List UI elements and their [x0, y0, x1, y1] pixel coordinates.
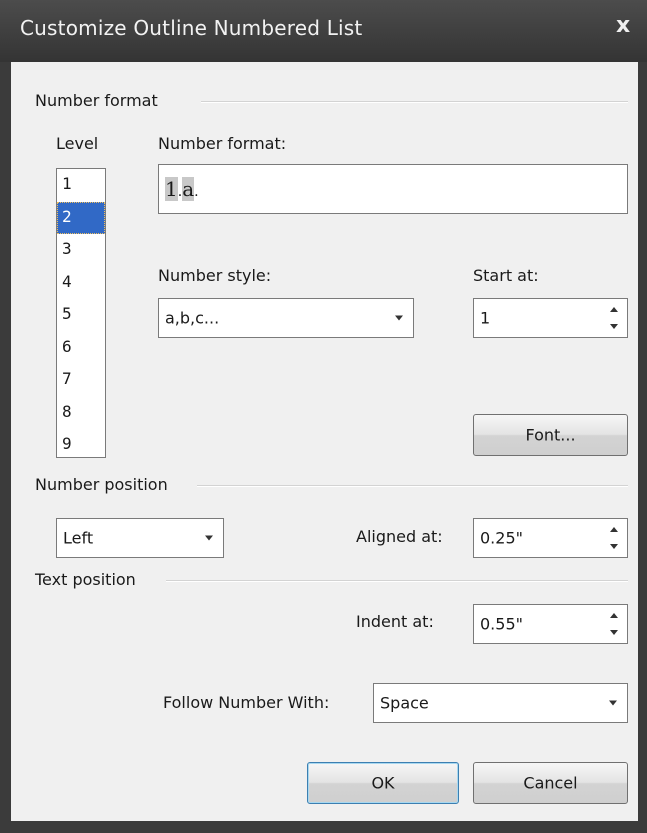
number-format-input[interactable]: 1.a. — [158, 164, 628, 214]
level-list-item[interactable]: 3 — [57, 234, 105, 267]
number-style-value: a,b,c... — [165, 308, 220, 328]
spinner-arrows[interactable] — [609, 525, 619, 551]
spin-down-icon[interactable] — [610, 544, 618, 549]
number-style-label: Number style: — [158, 266, 272, 285]
chevron-down-icon[interactable] — [609, 700, 617, 706]
level-list-item[interactable]: 8 — [57, 397, 105, 430]
level-list-item[interactable]: 5 — [57, 299, 105, 332]
cancel-button[interactable]: Cancel — [473, 762, 628, 804]
chevron-down-icon[interactable] — [395, 315, 403, 321]
window-title: Customize Outline Numbered List — [20, 16, 363, 40]
start-at-value: 1 — [480, 308, 491, 328]
cancel-button-label: Cancel — [523, 773, 578, 793]
format-separator-2: . — [194, 184, 199, 200]
aligned-at-value: 0.25" — [480, 528, 523, 548]
number-format-divider — [201, 101, 628, 103]
level-label: Level — [56, 134, 99, 153]
level-list-item[interactable]: 6 — [57, 332, 105, 365]
level-list-item[interactable]: 7 — [57, 364, 105, 397]
spin-up-icon[interactable] — [610, 527, 618, 532]
spin-down-icon[interactable] — [610, 630, 618, 635]
level-list-item[interactable]: 9 — [57, 429, 105, 462]
level-list-item[interactable]: 1 — [57, 169, 105, 202]
number-style-dropdown[interactable]: a,b,c... — [158, 298, 414, 338]
text-position-divider — [166, 580, 628, 582]
number-alignment-dropdown[interactable]: Left — [56, 518, 224, 558]
dialog-window: Customize Outline Numbered List x Number… — [0, 0, 647, 833]
spin-up-icon[interactable] — [610, 613, 618, 618]
spin-down-icon[interactable] — [610, 324, 618, 329]
level-list-item[interactable]: 2 — [57, 201, 105, 234]
number-position-divider — [197, 485, 628, 487]
format-level1-number: 1 — [165, 177, 178, 201]
spinner-arrows[interactable] — [609, 305, 619, 331]
title-bar[interactable]: Customize Outline Numbered List x — [0, 0, 647, 62]
number-format-value: 1.a. — [165, 177, 199, 201]
font-button-label: Font... — [525, 425, 576, 445]
indent-at-spinner[interactable]: 0.55" — [473, 604, 628, 644]
ok-button[interactable]: OK — [307, 762, 459, 804]
spin-up-icon[interactable] — [610, 307, 618, 312]
indent-at-value: 0.55" — [480, 614, 523, 634]
aligned-at-spinner[interactable]: 0.25" — [473, 518, 628, 558]
font-button[interactable]: Font... — [473, 414, 628, 456]
follow-number-with-dropdown[interactable]: Space — [373, 683, 628, 723]
follow-number-with-label: Follow Number With: — [163, 693, 330, 712]
chevron-down-icon[interactable] — [205, 535, 213, 541]
dialog-content: Number format Level 123456789 Number for… — [11, 62, 638, 821]
follow-number-with-value: Space — [380, 693, 429, 713]
level-list-item[interactable]: 4 — [57, 267, 105, 300]
level-listbox[interactable]: 123456789 — [56, 168, 106, 458]
ok-button-label: OK — [371, 773, 395, 793]
number-position-group-heading: Number position — [35, 475, 168, 494]
close-icon[interactable]: x — [616, 13, 630, 38]
indent-at-label: Indent at: — [356, 612, 434, 631]
spinner-arrows[interactable] — [609, 611, 619, 637]
text-position-group-heading: Text position — [35, 570, 136, 589]
start-at-label: Start at: — [473, 266, 539, 285]
number-format-label: Number format: — [158, 134, 287, 153]
aligned-at-label: Aligned at: — [356, 527, 443, 546]
number-alignment-value: Left — [63, 528, 94, 548]
number-format-group-heading: Number format — [35, 91, 158, 110]
format-level2-letter: a — [182, 177, 195, 201]
start-at-spinner[interactable]: 1 — [473, 298, 628, 338]
